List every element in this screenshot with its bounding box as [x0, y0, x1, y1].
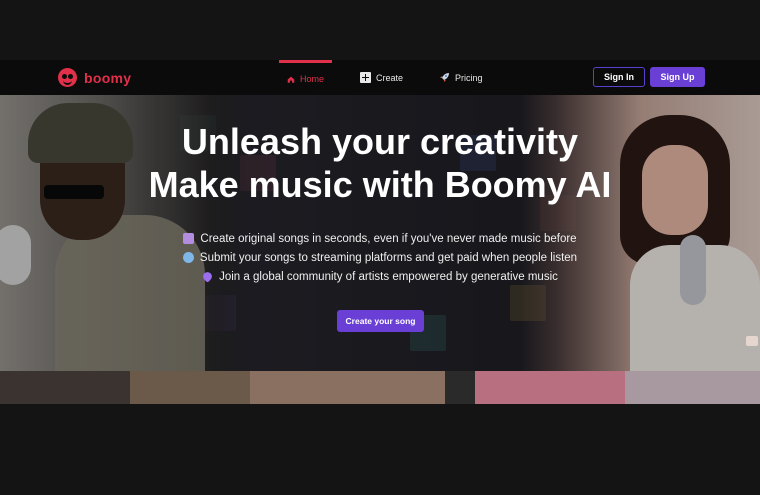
- feature-text: Join a global community of artists empow…: [219, 270, 558, 283]
- nav-pricing-label: Pricing: [455, 72, 483, 83]
- hero-heading: Unleash your creativity Make music with …: [0, 120, 760, 206]
- boomy-logo[interactable]: boomy: [58, 68, 131, 87]
- globe-icon: [182, 252, 194, 263]
- strip-photo: [0, 371, 130, 404]
- strip-photo: [445, 371, 475, 404]
- top-navigation-bar: boomy Home Create Pricing Sign In Sign U…: [0, 60, 760, 95]
- nav-home-label: Home: [299, 74, 324, 84]
- feature-text: Create original songs in seconds, even i…: [200, 232, 577, 245]
- sign-in-button[interactable]: Sign In: [593, 67, 645, 87]
- feature-item: Create original songs in seconds, even i…: [0, 229, 760, 248]
- rocket-icon: [440, 73, 450, 82]
- photo-strip: [0, 371, 760, 404]
- feature-item: Join a global community of artists empow…: [0, 267, 760, 286]
- nav-pricing[interactable]: Pricing: [431, 60, 491, 95]
- sign-up-button[interactable]: Sign Up: [650, 67, 705, 87]
- feature-list: Create original songs in seconds, even i…: [0, 229, 760, 286]
- nav-home[interactable]: Home: [279, 60, 332, 95]
- logo-text: boomy: [84, 69, 132, 86]
- purple-heart-icon: [201, 270, 214, 283]
- feature-item: Submit your songs to streaming platforms…: [0, 248, 760, 267]
- hero-title-line-2: Make music with Boomy AI: [148, 164, 612, 205]
- strip-photo: [250, 371, 445, 404]
- strip-photo: [475, 371, 625, 404]
- boomy-logo-icon: [58, 68, 77, 87]
- home-icon: [287, 76, 295, 83]
- strip-photo: [625, 371, 760, 404]
- nav-create-label: Create: [376, 72, 404, 83]
- music-notes-icon: [183, 233, 195, 244]
- plus-square-icon: [360, 72, 371, 83]
- feature-text: Submit your songs to streaming platforms…: [199, 251, 578, 264]
- main-nav: Home Create Pricing: [279, 60, 511, 95]
- create-your-song-button[interactable]: Create your song: [337, 310, 424, 332]
- chat-widget-icon[interactable]: [746, 336, 758, 346]
- hero-section: Unleash your creativity Make music with …: [0, 95, 760, 371]
- strip-photo: [130, 371, 250, 404]
- hero-title-line-1: Unleash your creativity: [181, 121, 579, 162]
- nav-create[interactable]: Create: [352, 60, 411, 95]
